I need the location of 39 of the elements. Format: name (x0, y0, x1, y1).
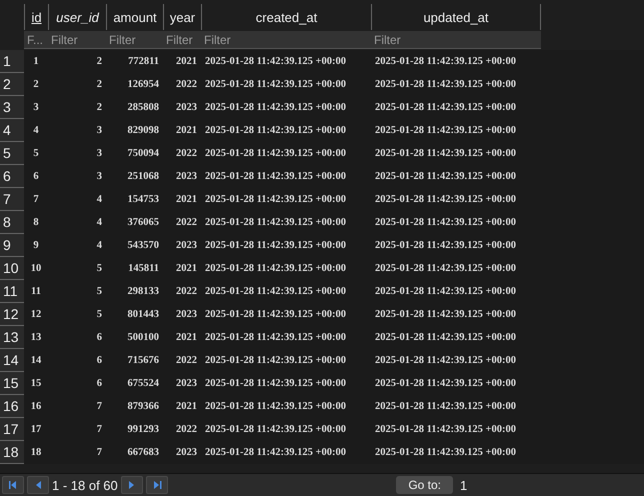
row-number[interactable]: 8 (0, 211, 24, 234)
row-number[interactable]: 4 (0, 119, 24, 142)
row-number[interactable]: 13 (0, 326, 24, 349)
filter-field[interactable]: Filter (163, 31, 201, 49)
column-header[interactable]: year (163, 4, 201, 30)
page-number-field[interactable]: 1 (456, 476, 644, 494)
filter-field[interactable]: Filter (106, 31, 163, 49)
row-number[interactable]: 7 (0, 188, 24, 211)
column-header[interactable]: id (24, 4, 48, 30)
page-range: 1 - 18 of 60 (52, 478, 118, 492)
column-header[interactable]: created_at (201, 4, 371, 30)
last-page-icon (152, 480, 162, 490)
filter-field[interactable]: F... (24, 31, 48, 49)
next-page-button[interactable] (120, 476, 143, 494)
row-number[interactable]: 14 (0, 349, 24, 372)
row-number[interactable]: 17 (0, 418, 24, 441)
filter-field[interactable]: Filter (48, 31, 106, 49)
row-number[interactable]: 10 (0, 257, 24, 280)
row-number[interactable]: 12 (0, 303, 24, 326)
row-number[interactable]: 16 (0, 395, 24, 418)
row-number[interactable]: 1 (0, 50, 24, 73)
row-number[interactable]: 11 (0, 280, 24, 303)
row-number[interactable]: 18 (0, 441, 24, 464)
last-page-button[interactable] (146, 476, 168, 494)
filter-field[interactable]: Filter (371, 31, 541, 49)
previous-page-button[interactable] (27, 476, 49, 494)
column-header[interactable]: updated_at (371, 4, 541, 30)
row-number[interactable]: 3 (0, 96, 24, 119)
row-number[interactable]: 6 (0, 165, 24, 188)
column-header[interactable]: user_id (48, 4, 106, 30)
filter-field[interactable]: Filter (201, 31, 371, 49)
go-to-button[interactable]: Go to: (396, 476, 453, 494)
row-number[interactable]: 5 (0, 142, 24, 165)
row-number[interactable]: 2 (0, 73, 24, 96)
first-page-button[interactable] (2, 476, 24, 494)
row-number[interactable]: 15 (0, 372, 24, 395)
column-header[interactable]: amount (106, 4, 163, 30)
row-number[interactable]: 9 (0, 234, 24, 257)
first-page-icon (8, 480, 18, 490)
